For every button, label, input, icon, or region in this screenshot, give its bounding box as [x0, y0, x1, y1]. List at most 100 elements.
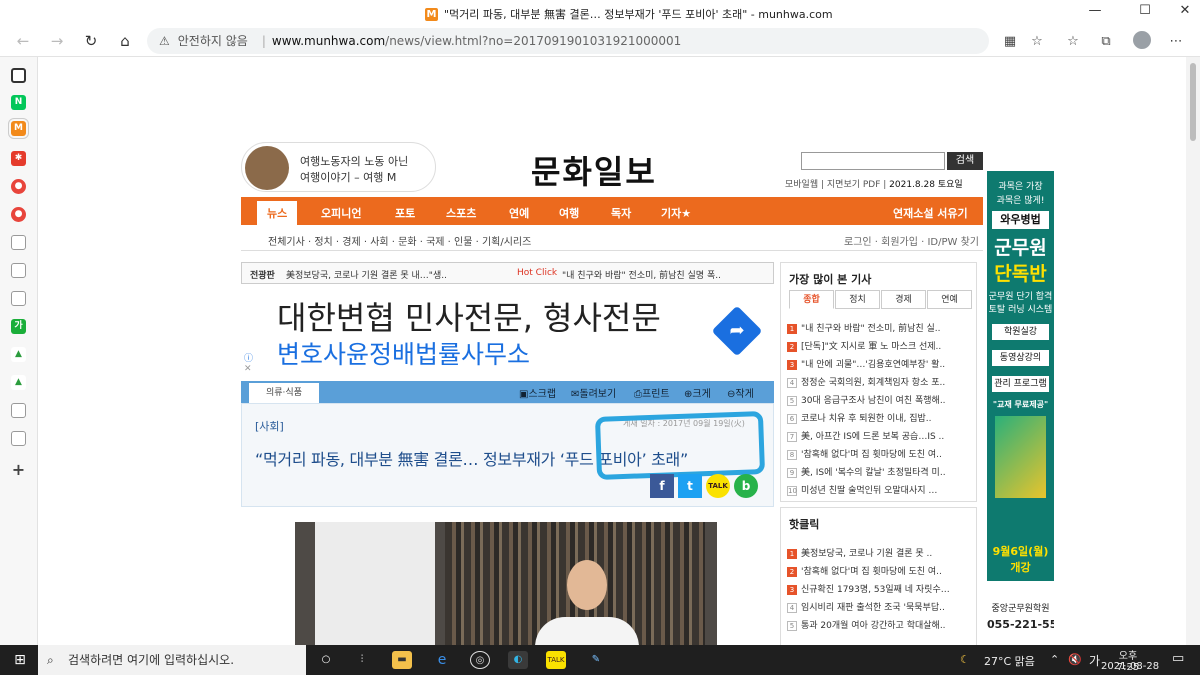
- ad-info-icon[interactable]: ⓘ: [244, 351, 253, 364]
- favorite-star-icon[interactable]: ☆: [1027, 32, 1047, 52]
- ad-close-icon[interactable]: ✕: [244, 364, 252, 374]
- subnav-categories[interactable]: 전체기사 · 정치 · 경제 · 사회 · 문화 · 국제 · 인물 · 기획/…: [268, 233, 531, 248]
- chrome-tab-icon-2[interactable]: ●: [11, 207, 26, 222]
- hotclick-item[interactable]: "내 친구와 바람" 전소미, 前남친 실명 폭..: [562, 268, 721, 281]
- page-tab-icon-5[interactable]: [11, 431, 26, 446]
- taskbar-search[interactable]: ⌕ 검색하려면 여기에 입력하십시오.: [38, 645, 306, 675]
- nav-entertainment[interactable]: 연예: [509, 205, 529, 221]
- list-item[interactable]: 6 코로나 치유 후 퇴원한 이내, 집밥..: [787, 411, 970, 424]
- new-tab-icon[interactable]: +: [11, 462, 26, 478]
- ticker-item[interactable]: 美정보당국, 코로나 기원 결론 못 내…"생..: [286, 268, 447, 281]
- band-share-icon[interactable]: b: [734, 474, 758, 498]
- tab-entertainment[interactable]: 연예: [927, 290, 972, 309]
- qr-code-icon[interactable]: ▦: [1000, 32, 1020, 52]
- nav-serial-novel[interactable]: 연재소설 서유기: [893, 205, 968, 221]
- url-path: /news/view.html?no=201709190103192100000…: [385, 34, 682, 48]
- windows-start-icon[interactable]: ⊞: [10, 651, 30, 669]
- back-icon[interactable]: ←: [12, 30, 34, 52]
- internet-explorer-icon[interactable]: e: [432, 651, 452, 669]
- nav-reporter[interactable]: 기자★: [661, 205, 691, 221]
- login-links[interactable]: 로그인 · 회원가입 · ID/PW 찾기: [844, 233, 979, 248]
- task-view-icon[interactable]: ○: [316, 651, 336, 669]
- home-icon[interactable]: ⌂: [114, 30, 136, 52]
- green-tab-icon[interactable]: 가: [11, 319, 26, 334]
- tray-up-icon[interactable]: ⌃: [1050, 653, 1059, 666]
- zoom-out-button[interactable]: ⊖작게: [727, 385, 754, 400]
- academy-ad-banner[interactable]: 과목은 가장 과목은 많게! 와우병법 군무원 단독반 군무원 단기 합격 토탈…: [987, 171, 1054, 645]
- article-section[interactable]: [사회]: [255, 418, 284, 434]
- mountain-tab-icon-2[interactable]: ▲: [11, 375, 26, 390]
- paint-icon[interactable]: ✎: [586, 651, 606, 669]
- volume-mute-icon[interactable]: 🔇: [1068, 653, 1082, 666]
- forward-icon[interactable]: →: [46, 30, 68, 52]
- page-tab-icon[interactable]: [11, 235, 26, 250]
- more-menu-icon[interactable]: ⋯: [1166, 32, 1186, 52]
- page-tab-icon-4[interactable]: [11, 403, 26, 418]
- page-tab-icon-3[interactable]: [11, 291, 26, 306]
- notification-icon[interactable]: ▭: [1172, 651, 1184, 666]
- twitter-share-icon[interactable]: t: [678, 474, 702, 498]
- chrome-tab-icon[interactable]: ●: [11, 179, 26, 194]
- page-scrollbar[interactable]: [1186, 57, 1200, 645]
- maximize-icon[interactable]: ☐: [1135, 3, 1155, 18]
- language-icon[interactable]: 가: [1089, 652, 1100, 669]
- nav-photo[interactable]: 포토: [395, 205, 415, 221]
- travel-promo-banner[interactable]: 여행노동자의 노동 아닌 여행이야기 – 여행 M: [241, 142, 436, 192]
- mountain-tab-icon[interactable]: ▲: [11, 347, 26, 362]
- mobile-web-link[interactable]: 모바일웹: [785, 180, 818, 190]
- list-item[interactable]: 7 美, 아프간 IS에 드론 보복 공습…IS ..: [787, 429, 970, 442]
- print-button[interactable]: ⎙프린트: [634, 385, 670, 400]
- nav-opinion[interactable]: 오피니언: [321, 205, 361, 221]
- tab-actions-icon[interactable]: [11, 68, 26, 83]
- facebook-share-icon[interactable]: f: [650, 474, 674, 498]
- list-item[interactable]: 5 30대 응급구조사 남친이 여친 폭행해..: [787, 393, 970, 406]
- list-item[interactable]: 3 신규확진 1793명, 53일째 네 자릿수…: [787, 582, 970, 595]
- nav-reader[interactable]: 독자: [611, 205, 631, 221]
- list-item[interactable]: 3 "내 안에 괴물"…'김용호연예부장' 활..: [787, 357, 970, 370]
- list-item[interactable]: 4 임시비리 재판 출석한 조국 '묵묵부답..: [787, 600, 970, 613]
- zoom-in-button[interactable]: ⊕크게: [684, 385, 711, 400]
- tab-economy[interactable]: 경제: [881, 290, 926, 309]
- list-item[interactable]: 1 美정보당국, 코로나 기원 결론 못 ..: [787, 546, 970, 559]
- widgets-icon[interactable]: ⫶: [352, 651, 372, 669]
- nav-travel[interactable]: 여행: [559, 205, 579, 221]
- scrap-button[interactable]: ▣스크랩: [519, 385, 556, 400]
- close-window-icon[interactable]: ✕: [1175, 3, 1195, 18]
- refresh-icon[interactable]: ↻: [80, 30, 102, 52]
- file-explorer-icon[interactable]: ▬: [392, 651, 412, 669]
- site-tab-icon[interactable]: ✱: [11, 151, 26, 166]
- tab-politics[interactable]: 정치: [835, 290, 880, 309]
- edge-icon[interactable]: ◐: [508, 651, 528, 669]
- site-search-input[interactable]: [801, 152, 945, 170]
- pdf-link[interactable]: 지면보기 PDF: [827, 180, 881, 190]
- favorites-list-icon[interactable]: ☆: [1063, 32, 1083, 52]
- list-item[interactable]: 2 [단독]"文 지시로 軍 노 마스크 선제..: [787, 339, 970, 352]
- munhwa-tab-icon[interactable]: M: [8, 118, 29, 139]
- weather-text[interactable]: 27°C 맑음: [984, 653, 1035, 669]
- minimize-icon[interactable]: —: [1085, 3, 1105, 18]
- list-item[interactable]: 8 '참혹해 없다'며 집 휫마당에 도친 여..: [787, 447, 970, 460]
- list-item[interactable]: 9 美, IS에 '복수의 칼날' 초정밀타격 미..: [787, 465, 970, 478]
- share-around-button[interactable]: ✉돌려보기: [571, 385, 616, 400]
- app-icon[interactable]: ◎: [470, 651, 490, 669]
- scroll-thumb[interactable]: [1190, 63, 1196, 141]
- url-bar[interactable]: ⚠ 안전하지 않음 | www.munhwa.com/news/view.html?n…: [147, 28, 989, 54]
- list-item[interactable]: 1 "내 친구와 바람" 전소미, 前남친 실..: [787, 321, 970, 334]
- tab-all[interactable]: 종합: [789, 290, 834, 309]
- naver-tab-icon[interactable]: N: [11, 95, 26, 110]
- list-item[interactable]: 2 '참혹해 없다'며 집 휫마당에 도친 여..: [787, 564, 970, 577]
- site-search-button[interactable]: 검색: [947, 152, 983, 170]
- kakaotalk-share-icon[interactable]: TALK: [706, 474, 730, 498]
- collections-icon[interactable]: ⧉: [1096, 32, 1116, 52]
- page-tab-icon-2[interactable]: [11, 263, 26, 278]
- nav-news[interactable]: 뉴스: [257, 201, 298, 225]
- lawyer-ad[interactable]: 대한변협 민사전문, 형사전문 변호사윤정배법률사무소 ⓘ ✕ ➦: [241, 287, 774, 379]
- list-item[interactable]: 4 정정순 국회의원, 회계책임자 항소 포..: [787, 375, 970, 388]
- list-item[interactable]: 10 미성년 친딸 술먹인뒤 오말대사지 …: [787, 483, 970, 496]
- munhwa-logo[interactable]: 문화일보: [531, 147, 657, 193]
- profile-avatar[interactable]: [1133, 31, 1151, 49]
- clock-date[interactable]: 2021-08-28: [1101, 661, 1159, 672]
- nav-sports[interactable]: 스포츠: [446, 205, 476, 221]
- kakaotalk-icon[interactable]: TALK: [546, 651, 566, 669]
- list-item[interactable]: 5 통과 20개월 여아 강간하고 학대살해..: [787, 618, 970, 631]
